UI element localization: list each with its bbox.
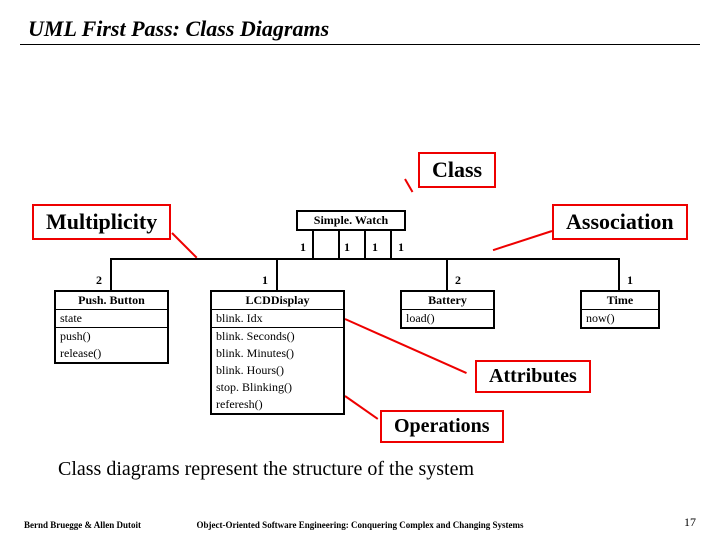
class-op: release() [56, 345, 167, 362]
class-name: Push. Button [56, 292, 167, 310]
slide-caption: Class diagrams represent the structure o… [58, 458, 474, 481]
annotation-class: Class [418, 152, 496, 188]
title-underline [20, 44, 700, 45]
class-attr: blink. Idx [212, 310, 343, 328]
annotation-association: Association [552, 204, 688, 240]
slide-title: UML First Pass: Class Diagrams [28, 16, 329, 42]
class-battery: Battery load() [400, 290, 495, 329]
class-op: push() [56, 328, 167, 345]
mult-sw-bat: 1 [372, 240, 378, 255]
class-op: blink. Seconds() [212, 328, 343, 345]
assoc-bat [446, 258, 448, 290]
class-name: Time [582, 292, 658, 310]
assoc-time [618, 258, 620, 290]
mult-sw-lcd: 1 [344, 240, 350, 255]
mult-time: 1 [627, 273, 633, 288]
footer-book-title: Object-Oriented Software Engineering: Co… [0, 520, 720, 530]
mult-lcd: 1 [262, 273, 268, 288]
class-op: now() [582, 310, 658, 327]
assoc-sw-drop2 [338, 228, 340, 258]
class-attr: state [56, 310, 167, 328]
class-op: stop. Blinking() [212, 379, 343, 396]
footer-page-number: 17 [684, 515, 696, 530]
assoc-sw-drop1 [312, 228, 314, 258]
class-time: Time now() [580, 290, 660, 329]
class-op: load() [402, 310, 493, 327]
leader-class [404, 179, 413, 193]
class-pushbutton: Push. Button state push() release() [54, 290, 169, 364]
leader-association [493, 230, 553, 251]
mult-bat: 2 [455, 273, 461, 288]
mult-sw-time: 1 [398, 240, 404, 255]
annotation-attributes: Attributes [475, 360, 591, 393]
assoc-sw-drop3 [364, 228, 366, 258]
assoc-sw-drop4 [390, 228, 392, 258]
class-op: blink. Hours() [212, 362, 343, 379]
assoc-trunk [110, 258, 620, 260]
class-name: LCDDisplay [212, 292, 343, 310]
annotation-operations: Operations [380, 410, 504, 443]
class-name: Battery [402, 292, 493, 310]
class-op: referesh() [212, 396, 343, 413]
class-name: Simple. Watch [298, 212, 404, 229]
class-op: blink. Minutes() [212, 345, 343, 362]
class-simplewatch: Simple. Watch [296, 210, 406, 231]
leader-operations [344, 395, 378, 420]
mult-sw-pb: 1 [300, 240, 306, 255]
assoc-pb [110, 258, 112, 290]
leader-multiplicity [171, 232, 197, 258]
assoc-lcd [276, 258, 278, 290]
annotation-multiplicity: Multiplicity [32, 204, 171, 240]
mult-pb: 2 [96, 273, 102, 288]
class-lcddisplay: LCDDisplay blink. Idx blink. Seconds() b… [210, 290, 345, 415]
